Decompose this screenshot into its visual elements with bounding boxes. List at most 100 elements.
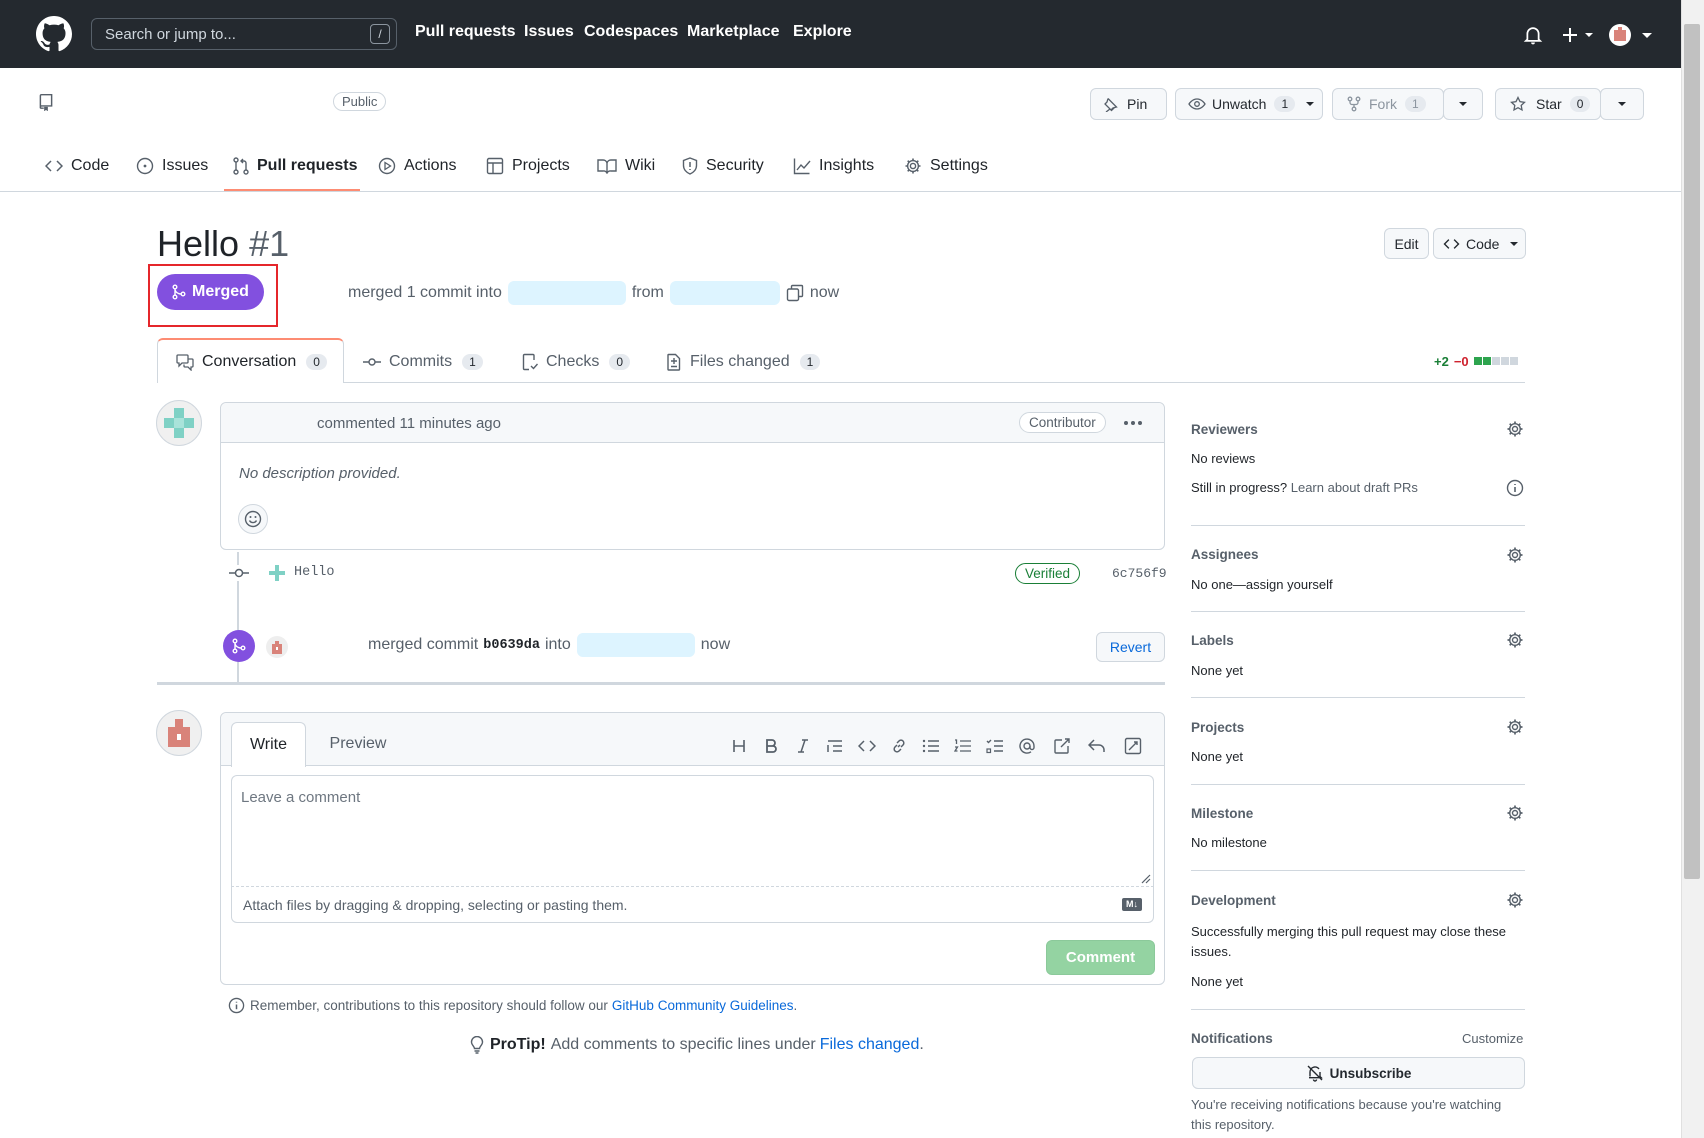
tab-security[interactable]: Security [682, 148, 764, 184]
tab-insights[interactable]: Insights [793, 148, 874, 184]
editor-tab-write[interactable]: Write [231, 722, 306, 767]
search-input[interactable]: Search or jump to... / [91, 18, 397, 50]
code-icon[interactable] [853, 732, 881, 760]
base-branch-label[interactable] [507, 281, 626, 305]
unsubscribe-button[interactable]: Unsubscribe [1192, 1057, 1525, 1089]
edit-title-button[interactable]: Edit [1384, 228, 1429, 259]
mention-icon[interactable] [1013, 732, 1041, 760]
add-reaction-button[interactable] [238, 504, 268, 534]
pr-tab-files-changed[interactable]: Files changed 1 [666, 350, 821, 374]
scrollbar-thumb[interactable] [1684, 24, 1700, 879]
nav-explore[interactable]: Explore [793, 23, 852, 41]
task-list-icon[interactable] [981, 732, 1009, 760]
tab-wiki[interactable]: Wiki [597, 148, 655, 184]
tab-issues[interactable]: Issues [136, 148, 208, 184]
attach-files-bar[interactable]: Attach files by dragging & dropping, sel… [231, 887, 1154, 923]
assignees-value[interactable]: No one—assign yourself [1191, 577, 1333, 592]
commit-message[interactable]: Hello [294, 565, 335, 580]
draft-pr-link[interactable]: Learn about draft PRs [1291, 480, 1418, 495]
milestone-heading[interactable]: Milestone [1191, 806, 1253, 821]
commit-sha[interactable]: 6c756f9 [1112, 566, 1167, 581]
reviewers-heading[interactable]: Reviewers [1191, 422, 1258, 437]
link-icon[interactable] [885, 732, 913, 760]
pr-tab-checks[interactable]: Checks 0 [522, 350, 631, 374]
nav-codespaces[interactable]: Codespaces [584, 23, 678, 41]
git-commit-icon [363, 356, 381, 368]
bell-icon[interactable] [1522, 24, 1544, 46]
merge-actor-avatar[interactable] [266, 636, 288, 658]
star-button[interactable]: Star 0 [1495, 88, 1601, 120]
plus-icon[interactable] [1561, 24, 1597, 46]
gear-icon[interactable] [1505, 419, 1525, 439]
revert-button[interactable]: Revert [1096, 632, 1165, 662]
comment-header-text: commented 11 minutes ago [317, 415, 501, 432]
customize-link[interactable]: Customize [1462, 1031, 1523, 1046]
editor-textarea[interactable]: Leave a comment [231, 775, 1154, 887]
sidebar-divider [1191, 697, 1525, 698]
fork-label: Fork [1369, 96, 1397, 112]
italic-icon[interactable] [789, 732, 817, 760]
github-logo-icon[interactable] [36, 16, 72, 52]
gear-icon[interactable] [1505, 630, 1525, 650]
fork-dropdown-button[interactable] [1443, 88, 1483, 120]
community-guidelines-link[interactable]: GitHub Community Guidelines [612, 998, 794, 1013]
heading-icon[interactable] [725, 732, 753, 760]
code-dropdown-button[interactable]: Code [1433, 228, 1526, 259]
nav-issues[interactable]: Issues [524, 23, 574, 41]
merge-commit-sha[interactable]: b0639da [483, 638, 540, 653]
fork-button[interactable]: Fork 1 [1332, 88, 1444, 120]
merge-target-branch[interactable] [576, 633, 695, 657]
author-avatar[interactable] [156, 400, 202, 446]
tab-code[interactable]: Code [45, 148, 109, 184]
info-icon[interactable] [1506, 479, 1524, 497]
tab-settings[interactable]: Settings [904, 148, 988, 184]
merge-event-text: merged commit b0639da into now [368, 633, 730, 657]
sidebar-divider [1191, 1009, 1525, 1010]
gear-icon[interactable] [1505, 717, 1525, 737]
comment-submit-button[interactable]: Comment [1046, 940, 1155, 975]
ordered-list-icon[interactable] [949, 732, 977, 760]
commit-author-avatar[interactable] [267, 563, 287, 583]
cross-reference-icon[interactable] [1048, 732, 1076, 760]
kebab-horizontal-icon[interactable] [1121, 413, 1145, 433]
tab-projects[interactable]: Projects [486, 148, 570, 184]
labels-heading[interactable]: Labels [1191, 633, 1234, 648]
projects-heading[interactable]: Projects [1191, 720, 1244, 735]
nav-marketplace[interactable]: Marketplace [687, 23, 780, 41]
fullscreen-edit-icon[interactable] [1119, 732, 1147, 760]
resize-handle-icon[interactable] [1140, 873, 1152, 885]
sidebar-divider [1191, 784, 1525, 785]
files-changed-link[interactable]: Files changed [820, 1036, 920, 1054]
current-user-avatar[interactable] [156, 710, 202, 756]
tab-projects-label: Projects [512, 157, 570, 174]
unwatch-button[interactable]: Unwatch 1 [1175, 88, 1323, 120]
tab-pull-requests[interactable]: Pull requests [233, 148, 357, 184]
editor-tab-preview[interactable]: Preview [313, 722, 403, 766]
development-heading[interactable]: Development [1191, 893, 1276, 908]
verified-badge[interactable]: Verified [1015, 563, 1081, 584]
editor-tab-write-label: Write [249, 736, 288, 753]
markdown-icon[interactable]: M↓ [1122, 898, 1142, 911]
copy-icon[interactable] [786, 284, 804, 302]
unordered-list-icon[interactable] [917, 732, 945, 760]
quote-icon[interactable] [821, 732, 849, 760]
pr-tab-commits[interactable]: Commits 1 [363, 350, 483, 374]
reply-icon[interactable] [1083, 732, 1111, 760]
code-icon [45, 158, 63, 174]
code-label: Code [1466, 235, 1500, 252]
gear-icon[interactable] [1505, 890, 1525, 910]
gear-icon[interactable] [1505, 545, 1525, 565]
bold-icon[interactable] [757, 732, 785, 760]
head-branch-label[interactable] [669, 281, 780, 305]
nav-pull-requests[interactable]: Pull requests [415, 23, 515, 41]
code-icon [1443, 237, 1460, 251]
pr-tab-conversation[interactable]: Conversation 0 [157, 338, 344, 383]
star-dropdown-button[interactable] [1600, 88, 1644, 120]
protip-suffix: . [919, 1036, 924, 1053]
assignees-heading[interactable]: Assignees [1191, 547, 1259, 562]
pin-button[interactable]: Pin [1090, 88, 1167, 120]
merge-icon [232, 638, 246, 654]
tab-actions[interactable]: Actions [378, 148, 456, 184]
gear-icon[interactable] [1505, 803, 1525, 823]
user-avatar[interactable] [1608, 22, 1658, 48]
